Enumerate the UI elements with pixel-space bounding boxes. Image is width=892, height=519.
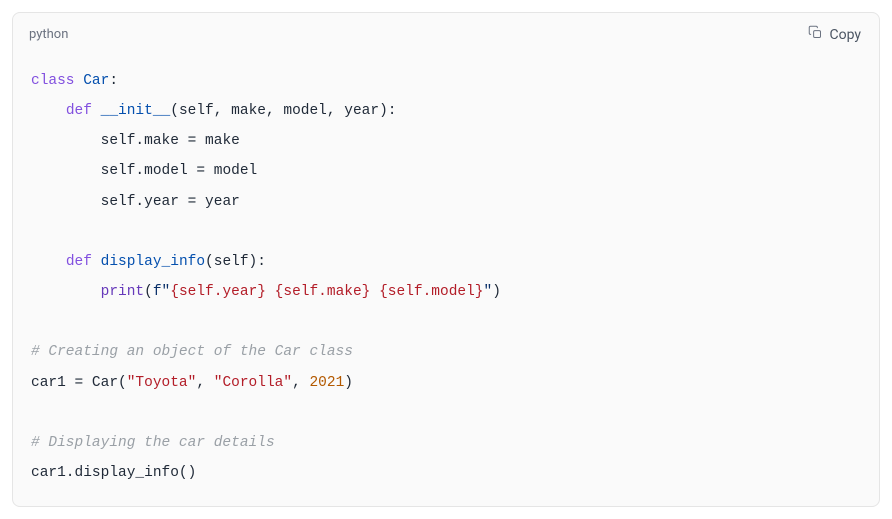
- code-token: f": [153, 284, 170, 300]
- code-token: (self, make, model, year):: [170, 103, 396, 119]
- code-token: self.make = make: [101, 133, 240, 149]
- code-token: ): [492, 284, 501, 300]
- code-token: (self):: [205, 254, 266, 270]
- code-token: 2021: [309, 375, 344, 391]
- code-token: print: [101, 284, 145, 300]
- code-token: ,: [292, 375, 309, 391]
- code-token: car1 = Car(: [31, 375, 127, 391]
- code-block: python Copy class Car: def __init__(self…: [12, 12, 880, 507]
- code-token: car1.display_info(): [31, 465, 196, 481]
- code-token: Car: [83, 73, 109, 89]
- code-token: self.model = model: [101, 163, 258, 179]
- code-token: class: [31, 73, 75, 89]
- code-token: (: [144, 284, 153, 300]
- code-token: self.year = year: [101, 194, 240, 210]
- code-token: {self.year}: [170, 284, 266, 300]
- code-token: {self.make}: [275, 284, 371, 300]
- copy-icon: [808, 25, 823, 44]
- code-token: "Toyota": [127, 375, 197, 391]
- language-label: python: [29, 27, 68, 42]
- code-token: def: [66, 254, 92, 270]
- code-token: ": [484, 284, 493, 300]
- code-token: __init__: [101, 103, 171, 119]
- code-token: ): [344, 375, 353, 391]
- code-token: display_info: [101, 254, 205, 270]
- copy-button[interactable]: Copy: [806, 21, 863, 48]
- code-token: [266, 284, 275, 300]
- copy-button-label: Copy: [829, 27, 861, 43]
- code-token: # Creating an object of the Car class: [31, 344, 353, 360]
- code-body: class Car: def __init__(self, make, mode…: [13, 52, 879, 506]
- code-token: :: [109, 73, 118, 89]
- code-header: python Copy: [13, 13, 879, 52]
- code-token: ,: [196, 375, 213, 391]
- code-token: "Corolla": [214, 375, 292, 391]
- code-token: def: [66, 103, 92, 119]
- code-token: [370, 284, 379, 300]
- code-token: # Displaying the car details: [31, 435, 275, 451]
- code-token: {self.model}: [379, 284, 483, 300]
